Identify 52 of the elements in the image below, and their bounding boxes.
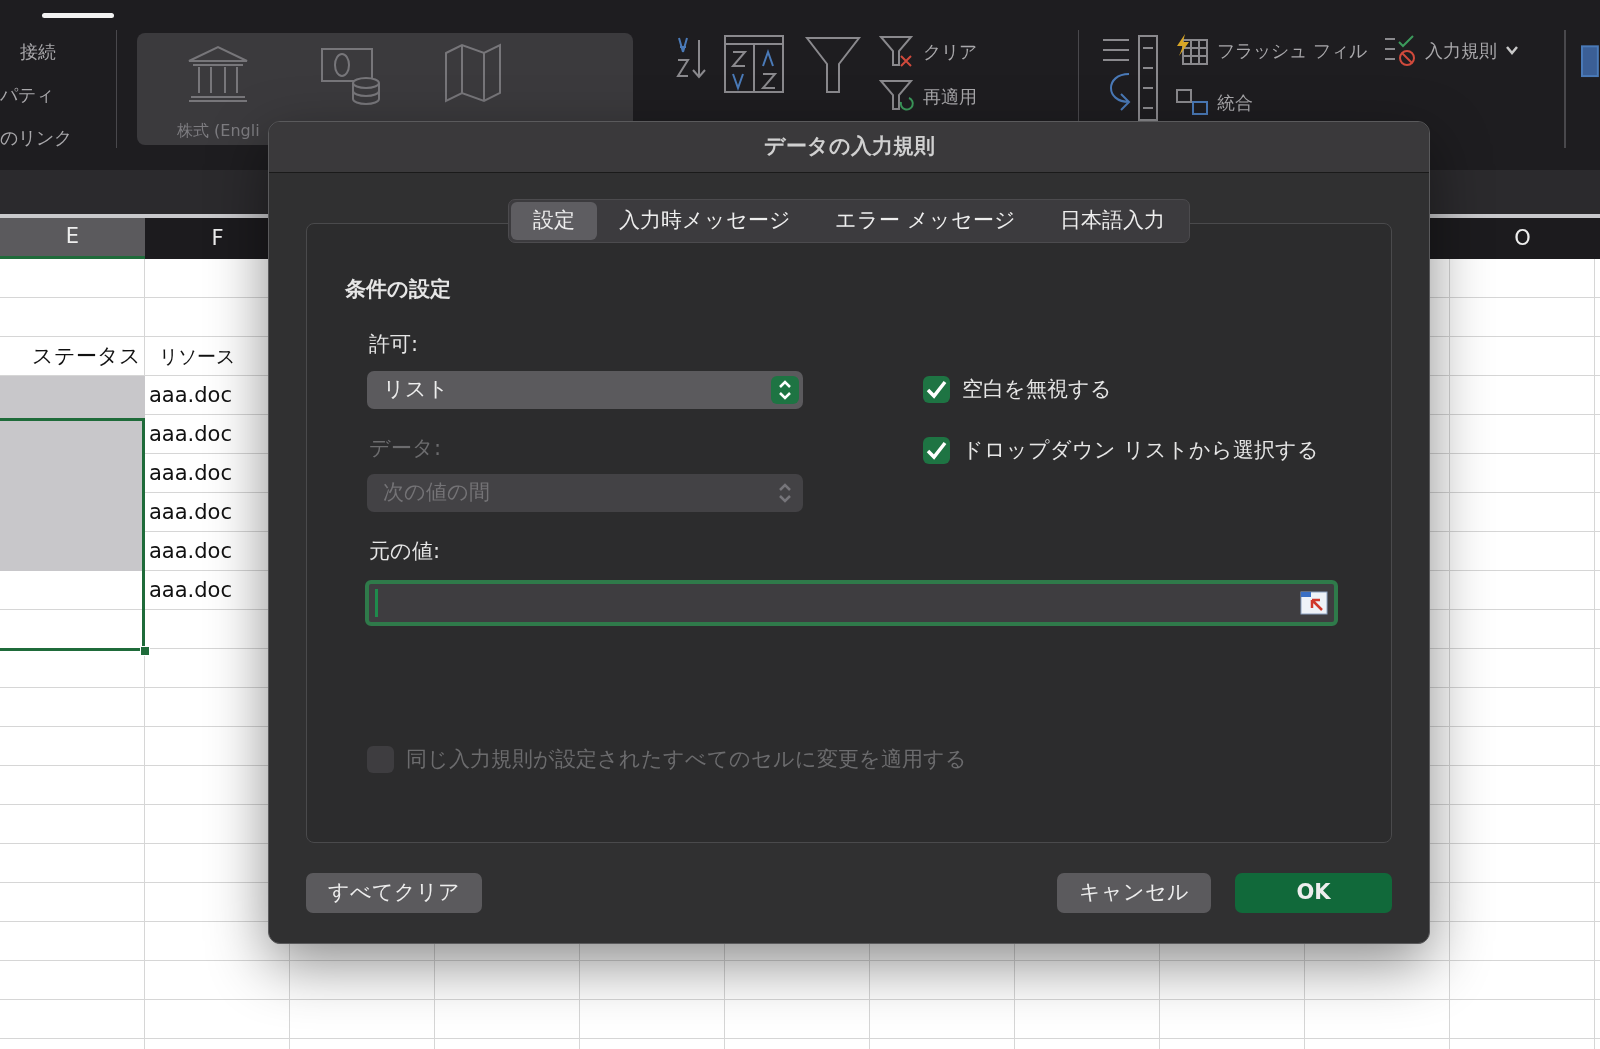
table-cell-text: aaa.doc — [148, 420, 233, 448]
selected-cell[interactable] — [0, 415, 145, 454]
checkbox[interactable] — [923, 375, 950, 403]
field-label: 許可: — [369, 331, 419, 358]
ribbon-command[interactable]: 統合 — [1217, 88, 1254, 116]
sort-icon[interactable] — [722, 34, 787, 96]
section-title: 条件の設定 — [345, 275, 452, 303]
ribbon-command[interactable]: フラッシュ フィル — [1217, 36, 1367, 64]
fill-handle[interactable] — [140, 646, 150, 656]
table-cell-text: aaa.doc — [148, 381, 233, 409]
checkbox-label[interactable]: ドロップダウン リストから選択する — [962, 435, 1319, 467]
dialog-button[interactable]: OK — [1235, 872, 1392, 913]
ribbon-command[interactable]: 再適用 — [922, 82, 977, 110]
dialog-title: データの入力規則 — [269, 122, 1429, 173]
lightning-grid-icon[interactable] — [1175, 34, 1210, 66]
selected-cell[interactable] — [0, 532, 145, 571]
table-cell-text: aaa.doc — [148, 498, 233, 526]
field-label: データ: — [369, 434, 442, 462]
ribbon-link[interactable]: 接続 — [20, 38, 56, 65]
up-down-chevron-icon — [776, 481, 794, 505]
dialog-button[interactable]: キャンセル — [1057, 872, 1211, 913]
collapse-dialog-icon[interactable] — [1300, 589, 1328, 616]
reapply-filter-icon[interactable] — [878, 78, 915, 114]
table-cell-text: aaa.doc — [148, 537, 233, 565]
dialog-button[interactable]: すべてクリア — [306, 872, 482, 913]
ribbon-command[interactable]: クリア — [922, 37, 977, 65]
column-header[interactable]: E — [0, 218, 145, 259]
checkbox-label: 同じ入力規則が設定されたすべてのセルに変更を適用する — [406, 745, 967, 773]
ribbon-command[interactable]: 入力規則 — [1424, 36, 1497, 64]
tab[interactable]: 設定 — [511, 202, 598, 240]
filter-icon[interactable] — [802, 34, 863, 96]
column-header[interactable]: O — [1450, 218, 1595, 259]
table-cell-text: aaa.doc — [148, 576, 233, 604]
gallery-label: 株式 (Engli — [176, 120, 260, 142]
selected-tab-underline — [42, 13, 114, 18]
field-label: 元の値: — [369, 538, 441, 565]
selected-cell[interactable] — [0, 376, 145, 415]
tab[interactable]: エラー メッセージ — [813, 202, 1038, 240]
checkbox[interactable] — [923, 437, 950, 465]
table-cell-text: ステータス — [31, 342, 142, 370]
consolidate-icon[interactable] — [1175, 86, 1210, 118]
ribbon-link[interactable]: パティ — [0, 81, 54, 108]
checkbox-label[interactable]: 空白を無視する — [962, 373, 1112, 405]
ribbon-link[interactable]: のリンク — [0, 124, 72, 151]
data-validation-icon[interactable] — [1382, 34, 1417, 66]
tab[interactable]: 入力時メッセージ — [597, 202, 814, 240]
table-cell-text: aaa.doc — [148, 459, 233, 487]
input-field[interactable] — [365, 579, 1338, 626]
clear-filter-icon[interactable] — [878, 34, 915, 68]
table-cell-text: リソース — [158, 344, 236, 370]
tab[interactable]: 日本語入力 — [1037, 202, 1187, 240]
dropdown[interactable]: リスト — [367, 370, 803, 409]
